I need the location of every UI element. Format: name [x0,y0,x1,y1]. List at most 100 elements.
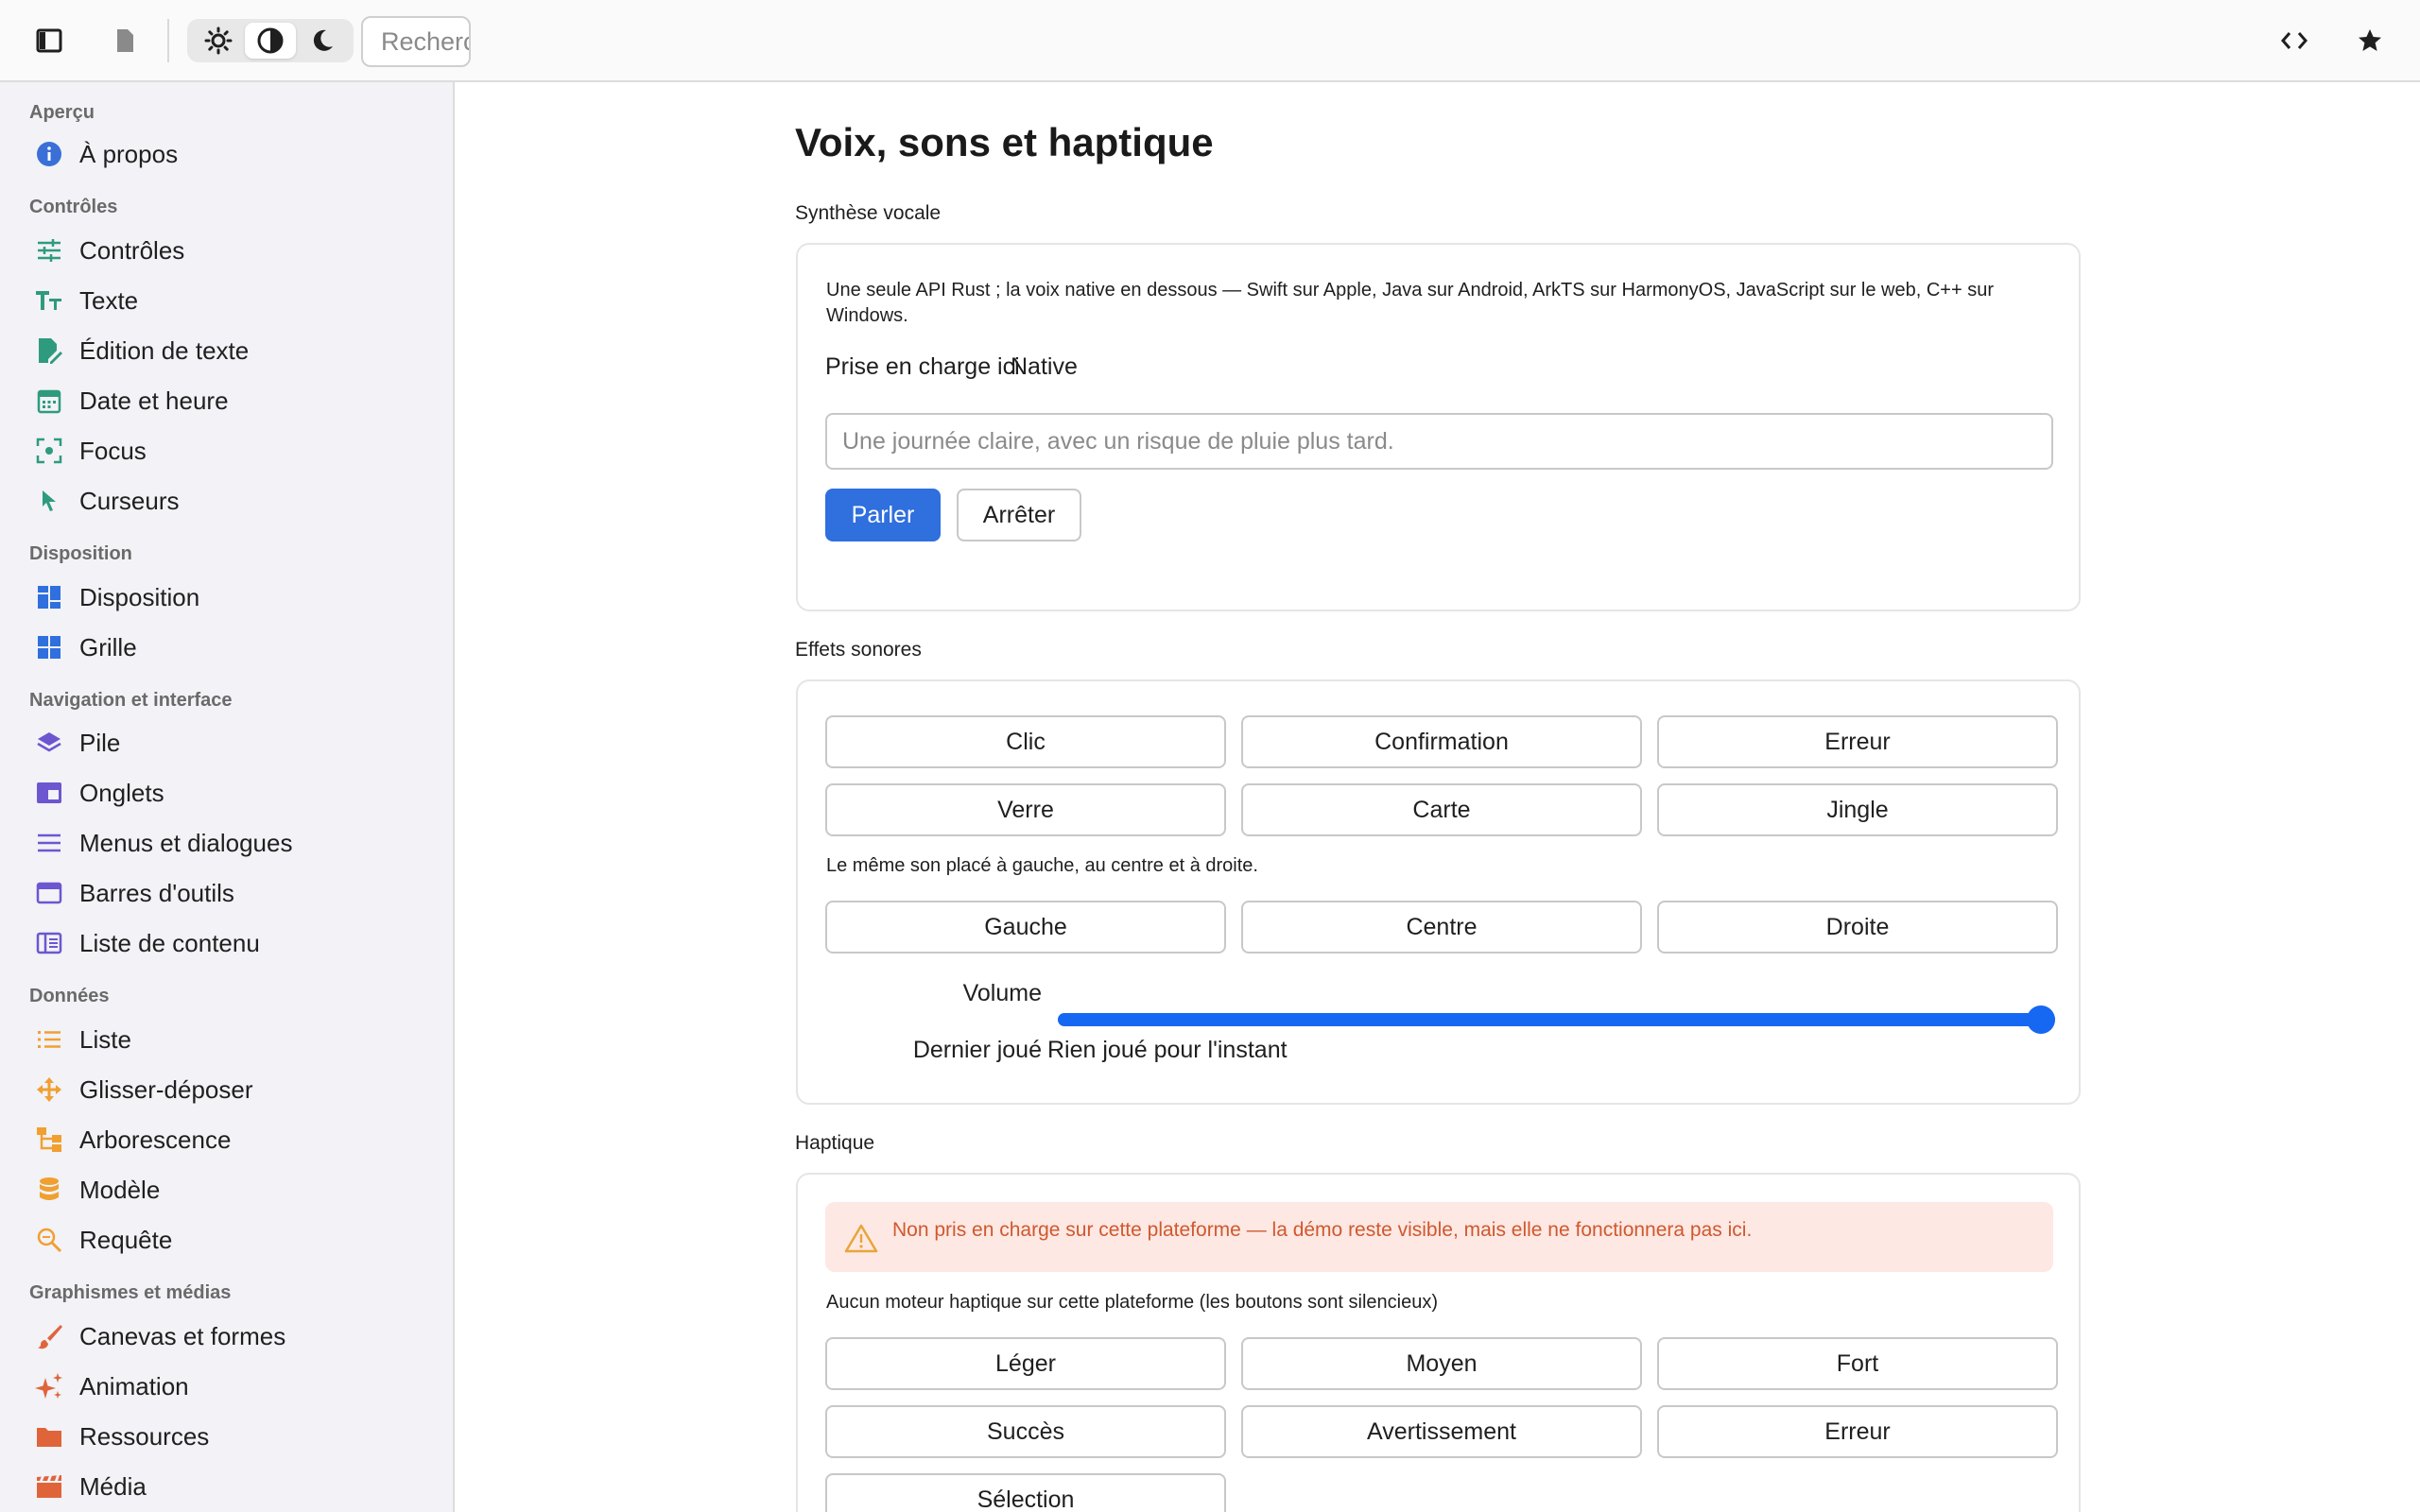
auto-theme-button[interactable] [245,23,296,59]
sidebar-item-focus[interactable]: Focus [28,427,425,474]
sidebar-item-label: Date et heure [79,386,229,415]
sfx-error-button[interactable]: Erreur [1657,715,2058,768]
sun-icon [204,26,233,55]
contrast-icon [257,27,284,54]
clapperboard-icon [28,1466,70,1507]
sfx-card-button[interactable]: Carte [1241,783,1642,836]
section-navigation: Navigation et interface [29,690,233,711]
sidebar-item-grille[interactable]: Grille [28,624,425,671]
section-apercu: Aperçu [29,102,95,123]
sidebar-item-label: Curseurs [79,486,180,515]
pan-center-button[interactable]: Centre [1241,901,1642,954]
sidebar-item-media[interactable]: Média [28,1463,425,1510]
sidebar-item-barres[interactable]: Barres d'outils [28,869,425,917]
sidebar-item-label: Requête [79,1225,173,1254]
sidebar-item-canevas[interactable]: Canevas et formes [28,1313,425,1360]
sidebar-item-pile[interactable]: Pile [28,719,425,766]
sidebar-item-label: Canevas et formes [79,1321,286,1350]
support-value: Native [1011,353,1078,380]
section-graphismes: Graphismes et médias [29,1282,232,1303]
sidebar-item-menus[interactable]: Menus et dialogues [28,819,425,867]
sidebar-item-curseurs[interactable]: Curseurs [28,477,425,524]
haptic-selection-button[interactable]: Sélection [825,1473,1226,1512]
pan-right-button[interactable]: Droite [1657,901,2058,954]
sidebar-item-label: Liste [79,1024,131,1054]
sidebar: Aperçu À propos Contrôles Contrôles Text… [0,82,455,1512]
sidebar-item-label: Liste de contenu [79,928,260,957]
sidebar-item-requete[interactable]: Requête [28,1216,425,1263]
moon-icon [313,29,333,51]
calendar-icon [28,380,70,421]
volume-label: Volume [962,980,1042,1006]
sidebar-item-onglets[interactable]: Onglets [28,769,425,816]
haptic-medium-button[interactable]: Moyen [1241,1337,1642,1390]
code-button[interactable] [2273,19,2316,62]
favorite-button[interactable] [2348,19,2392,62]
volume-thumb[interactable] [2027,1005,2055,1034]
sidebar-item-liste[interactable]: Liste [28,1016,425,1063]
tts-description: Une seule API Rust ; la voix native en d… [826,280,1994,326]
content-list-icon [28,922,70,964]
sidebar-item-controles[interactable]: Contrôles [28,227,425,274]
tts-text-input[interactable] [825,413,2053,470]
brush-icon [28,1315,70,1357]
sidebar-item-label: Animation [79,1371,189,1400]
pan-description: Le même son placé à gauche, au centre et… [826,855,1258,876]
code-icon [2281,32,2308,49]
haptic-error-button[interactable]: Erreur [1657,1405,2058,1458]
sidebar-item-ressources[interactable]: Ressources [28,1413,425,1460]
sidebar-item-label: À propos [79,139,179,168]
speak-button[interactable]: Parler [825,489,941,541]
warning-banner: Non pris en charge sur cette plateforme … [825,1202,2053,1272]
layers-icon [28,722,70,764]
sfx-click-button[interactable]: Clic [825,715,1226,768]
sidebar-item-a-propos[interactable]: À propos [28,130,425,178]
haptic-light-button[interactable]: Léger [825,1337,1226,1390]
sidebar-item-glisser[interactable]: Glisser-déposer [28,1066,425,1113]
last-played-value: Rien joué pour l'instant [1047,1037,1288,1063]
page-title: Voix, sons et haptique [795,120,1214,164]
sidebar-item-disposition[interactable]: Disposition [28,574,425,621]
dark-theme-button[interactable] [297,23,348,59]
sidebar-item-modele[interactable]: Modèle [28,1166,425,1213]
section-donnees: Données [29,986,110,1006]
sidebar-item-texte[interactable]: Texte [28,277,425,324]
sidebar-item-label: Menus et dialogues [79,828,293,857]
haptic-warning-button[interactable]: Avertissement [1241,1405,1642,1458]
haptics-card: Non pris en charge sur cette plateforme … [796,1173,2081,1512]
volume-slider[interactable] [1058,1003,2055,1037]
haptic-strong-button[interactable]: Fort [1657,1337,2058,1390]
pan-left-button[interactable]: Gauche [825,901,1226,954]
sidebar-item-edition-texte[interactable]: Édition de texte [28,327,425,374]
sfx-glass-button[interactable]: Verre [825,783,1226,836]
light-theme-button[interactable] [193,23,244,59]
search-field[interactable] [361,16,471,67]
sidebar-item-liste-contenu[interactable]: Liste de contenu [28,919,425,967]
sfx-card: Clic Confirmation Erreur Verre Carte Jin… [796,679,2081,1105]
sliders-icon [28,230,70,271]
sidebar-item-label: Pile [79,728,121,757]
sidebar-item-arborescence[interactable]: Arborescence [28,1116,425,1163]
sidebar-item-label: Texte [79,285,139,315]
sidebar-item-label: Modèle [79,1175,161,1204]
sidebar-item-label: Disposition [79,582,200,611]
volume-fill [1058,1013,2055,1026]
sidebar-item-animation[interactable]: Animation [28,1363,425,1410]
sidebar-toggle-button[interactable] [27,19,71,62]
warning-icon [844,1224,878,1253]
sidebar-item-label: Onglets [79,778,164,807]
sidebar-item-label: Glisser-déposer [79,1074,253,1104]
sfx-jingle-button[interactable]: Jingle [1657,783,2058,836]
haptic-success-button[interactable]: Succès [825,1405,1226,1458]
sfx-confirm-button[interactable]: Confirmation [1241,715,1642,768]
file-button[interactable] [103,19,147,62]
sidebar-item-date-heure[interactable]: Date et heure [28,377,425,424]
list-icon [28,1019,70,1060]
search-input[interactable] [363,18,469,65]
tabs-icon [28,772,70,814]
stop-button[interactable]: Arrêter [957,489,1081,541]
sidebar-item-label: Grille [79,632,137,662]
file-icon [117,29,133,52]
menu-icon [28,822,70,864]
sidebar-item-label: Ressources [79,1421,210,1451]
